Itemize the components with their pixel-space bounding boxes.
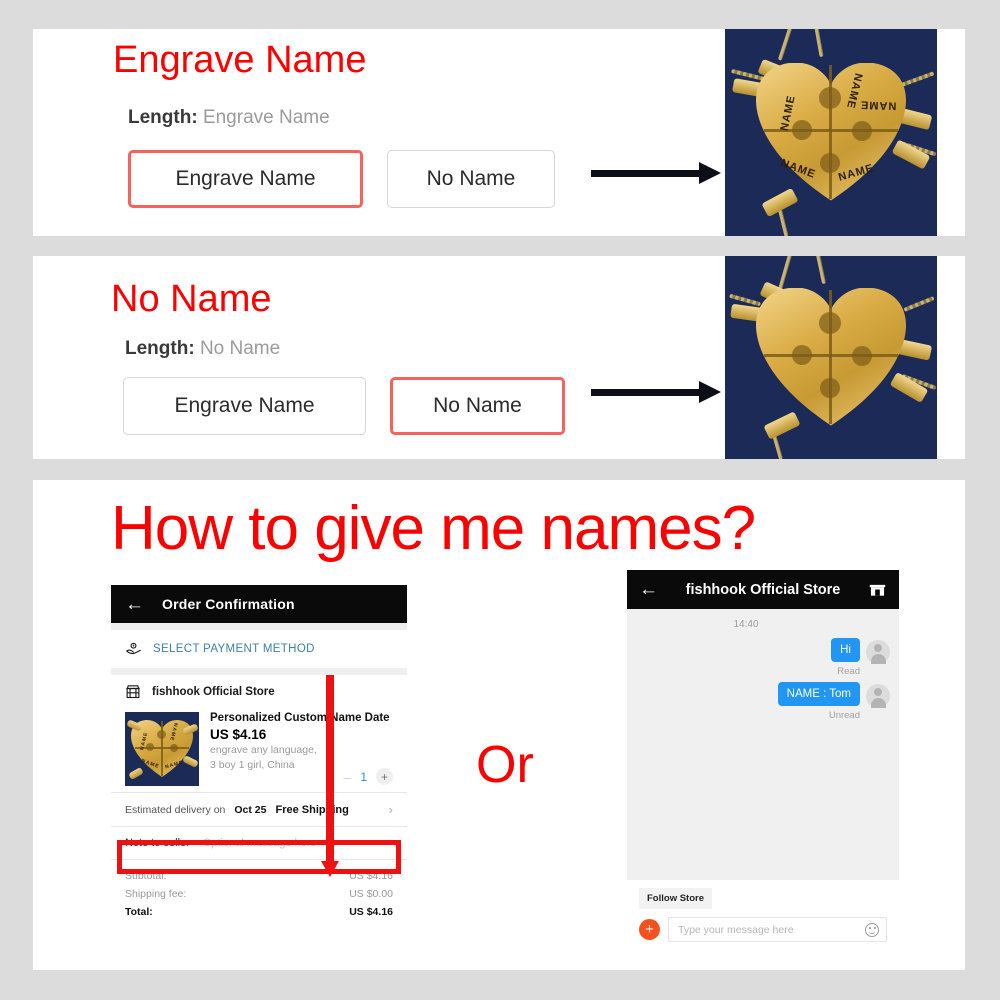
total-row-subtotal: Subtotal: US $4.16 [125, 867, 393, 885]
note-to-seller-label: Note to seller [125, 837, 190, 849]
panel2-button-no-name[interactable]: No Name [390, 377, 565, 435]
order-header-title: Order Confirmation [162, 596, 295, 612]
panel1-engrave-text-3: NAME [859, 97, 897, 112]
panel1-right-arrow-icon [591, 162, 721, 185]
quantity-decrease-button[interactable]: – [344, 769, 352, 785]
panel1-option-buttons: Engrave Name No Name [128, 150, 555, 208]
panel2-length-row: Length: No Name [125, 338, 280, 360]
panel1-title: Engrave Name [113, 39, 367, 81]
follow-store-button[interactable]: Follow Store [639, 888, 712, 909]
shipping-fee-label: Shipping fee: [125, 888, 187, 900]
order-divider-1 [111, 623, 407, 630]
grand-total-value: US $4.16 [349, 906, 393, 918]
chat-timestamp: 14:40 [733, 619, 759, 630]
howto-title: How to give me names? [111, 494, 756, 563]
select-payment-method-row[interactable]: SELECT PAYMENT METHOD [111, 630, 407, 668]
order-divider-2 [111, 668, 407, 675]
avatar [866, 640, 890, 664]
grand-total-label: Total: [125, 906, 153, 918]
shipping-chevron-icon[interactable]: › [389, 802, 393, 817]
chat-message-status: Read [837, 666, 860, 677]
subtotal-value: US $4.16 [349, 870, 393, 882]
order-header: ← Order Confirmation [111, 585, 407, 623]
chat-storefront-icon[interactable] [868, 581, 887, 598]
panel2-right-arrow-icon [591, 381, 721, 404]
panel1-length-label: Length: [128, 107, 198, 128]
add-attachment-button[interactable]: + [639, 919, 660, 940]
total-row-shipping-fee: Shipping fee: US $0.00 [125, 885, 393, 903]
chat-message-status: Unread [828, 710, 860, 721]
order-item-name: Personalized Custom Name Date ... [210, 712, 393, 724]
red-down-arrow-icon [321, 675, 339, 877]
shipping-estimate-date: Oct 25 [234, 803, 267, 816]
howto-panel: How to give me names? Or ← Order Confirm… [33, 480, 965, 970]
chat-header-title: fishhook Official Store [685, 581, 841, 598]
quantity-value: 1 [360, 769, 367, 784]
option-panel-no-name: No Name Length: No Name Engrave Name No … [33, 256, 965, 459]
order-store-row[interactable]: fishhook Official Store [111, 675, 407, 708]
chat-header: ← fishhook Official Store [627, 570, 899, 609]
note-to-seller-row[interactable]: Note to seller Optional message here [111, 827, 407, 859]
order-shipping-row[interactable]: Estimated delivery on Oct 25 Free Shippi… [111, 793, 407, 826]
chat-message-list: 14:40 Hi Read NAME : Tom Unread [627, 609, 899, 880]
smiley-icon[interactable] [865, 922, 879, 937]
panel2-button-engrave-name[interactable]: Engrave Name [123, 377, 366, 435]
storefront-icon [125, 684, 141, 699]
order-item-info: Personalized Custom Name Date ... US $4.… [210, 712, 393, 786]
note-to-seller-input[interactable]: Optional message here [203, 837, 317, 849]
chat-back-icon[interactable]: ← [639, 580, 658, 599]
panel1-length-row: Length: Engrave Name [128, 107, 330, 129]
order-item-row[interactable]: NAME NAME NAME NAME Personalized Custom … [111, 708, 407, 792]
order-item-variant-line1: engrave any language, [210, 744, 317, 756]
chat-bubble-outgoing: Hi [831, 638, 860, 662]
avatar [866, 684, 890, 708]
panel1-button-engrave-name[interactable]: Engrave Name [128, 150, 363, 208]
panel2-product-photo [725, 256, 937, 459]
panel1-product-photo: NAME NAME NAME NAME NAME [725, 29, 937, 236]
quantity-increase-button[interactable]: + [376, 768, 393, 785]
chat-message-placeholder: Type your message here [678, 923, 794, 936]
chat-message-row: Hi [627, 638, 899, 664]
panel1-length-value: Engrave Name [202, 107, 330, 128]
panel2-length-label: Length: [125, 338, 195, 359]
panel1-button-no-name[interactable]: No Name [387, 150, 555, 208]
howto-or-label: Or [476, 736, 534, 794]
chat-message-row: NAME : Tom [627, 682, 899, 708]
shipping-fee-value: US $0.00 [349, 888, 393, 900]
panel2-option-buttons: Engrave Name No Name [123, 377, 565, 435]
chat-message-input[interactable]: Type your message here [668, 917, 887, 942]
chat-bubble-outgoing: NAME : Tom [777, 682, 860, 706]
select-payment-method-label: SELECT PAYMENT METHOD [153, 642, 315, 655]
order-item-price: US $4.16 [210, 727, 267, 742]
subtotal-label: Subtotal: [125, 870, 167, 882]
panel2-length-value: No Name [199, 338, 281, 359]
panel2-title-wrap: No Name [111, 280, 272, 318]
chat-composer: + Type your message here [627, 912, 899, 953]
quantity-stepper[interactable]: – 1 + [344, 768, 393, 785]
order-totals: Subtotal: US $4.16 Shipping fee: US $0.0… [111, 860, 407, 921]
option-panel-engrave-name: Engrave Name Length: Engrave Name Engrav… [33, 29, 965, 236]
order-back-icon[interactable]: ← [125, 595, 144, 614]
chat-screenshot: ← fishhook Official Store 14:40 Hi Read … [627, 570, 899, 960]
order-store-name: fishhook Official Store [152, 685, 275, 698]
order-confirmation-screenshot: ← Order Confirmation SELECT PAYMENT METH… [111, 585, 407, 951]
hand-coin-icon [125, 640, 142, 657]
panel2-title: No Name [111, 278, 272, 320]
panel1-title-wrap: Engrave Name [113, 41, 366, 79]
total-row-grand: Total: US $4.16 [125, 903, 393, 921]
order-item-thumbnail: NAME NAME NAME NAME [125, 712, 199, 786]
shipping-estimate-prefix: Estimated delivery on [125, 803, 226, 816]
follow-store-wrap: Follow Store [627, 880, 899, 912]
